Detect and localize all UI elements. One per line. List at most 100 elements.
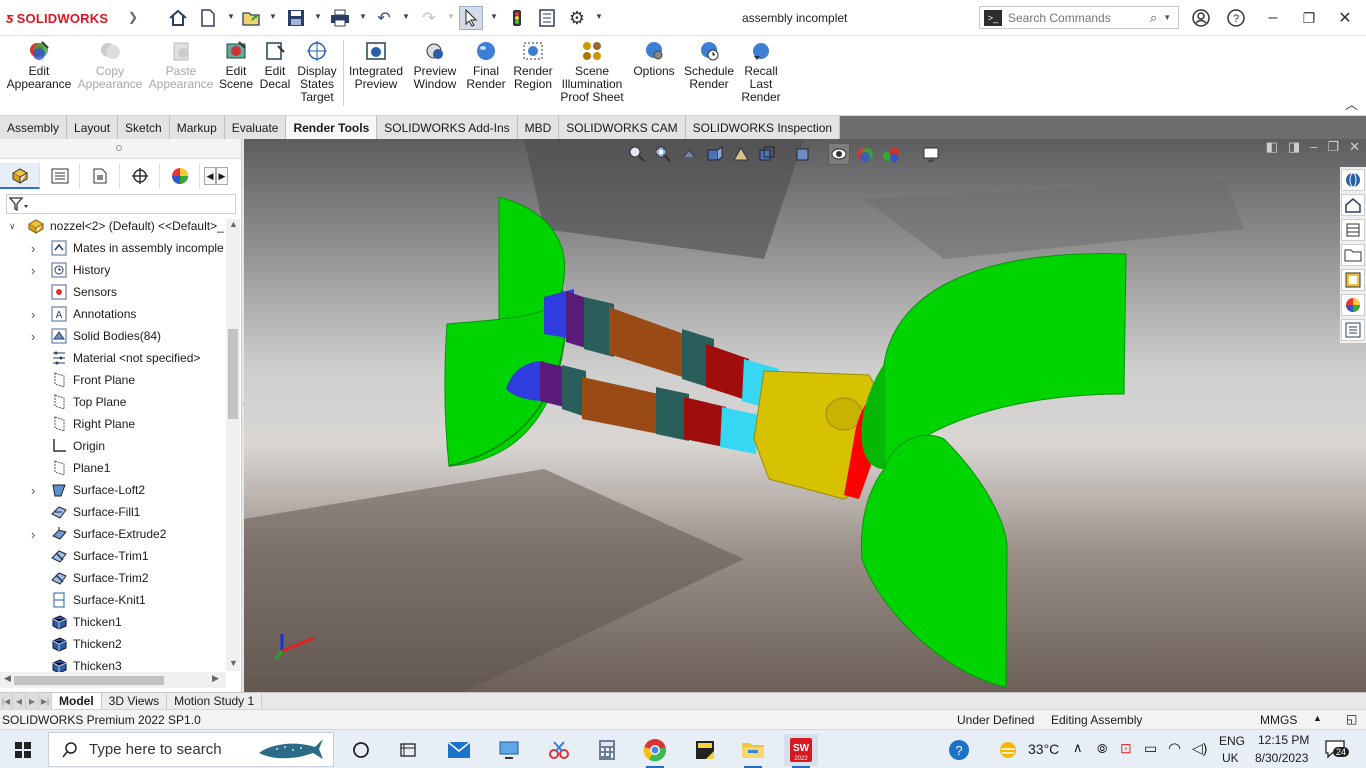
weather-temperature[interactable]: 33°C: [1028, 741, 1059, 757]
options-dropdown-icon[interactable]: ▼: [595, 12, 603, 21]
show-hidden-icons-icon[interactable]: ∧: [1073, 740, 1083, 756]
tabs-scroll-left-icon[interactable]: ◀: [204, 167, 216, 185]
options-gear-icon[interactable]: ⚙: [565, 6, 589, 30]
tree-item-thicken1[interactable]: Thicken1: [0, 611, 226, 633]
home-icon[interactable]: [166, 6, 190, 30]
next-tab-icon[interactable]: ▶: [26, 693, 39, 709]
copy-appearance-button[interactable]: Copy Appearance: [78, 40, 142, 91]
help-assistant-icon[interactable]: ?: [948, 739, 970, 764]
tree-scroll-thumb[interactable]: [228, 329, 238, 419]
tree-root-item[interactable]: ∨ nozzel<2> (Default) <<Default>_: [0, 215, 226, 237]
property-manager-tab[interactable]: [40, 163, 80, 189]
tree-item-origin[interactable]: Origin: [0, 435, 226, 457]
previous-view-icon[interactable]: [678, 143, 700, 165]
file-explorer-icon[interactable]: [736, 734, 770, 768]
viewport-close-icon[interactable]: ✕: [1349, 139, 1360, 155]
open-icon[interactable]: [240, 6, 264, 30]
tab-solidworks-inspection[interactable]: SOLIDWORKS Inspection: [685, 116, 841, 139]
first-tab-icon[interactable]: |◀: [0, 693, 13, 709]
search-commands-input[interactable]: [1008, 10, 1148, 25]
expand-icon[interactable]: ›: [31, 307, 41, 322]
sticky-notes-icon[interactable]: [688, 734, 722, 766]
display-manager-tab[interactable]: [160, 163, 200, 189]
feature-tree-filter[interactable]: [6, 194, 236, 214]
select-dropdown-icon[interactable]: ▼: [490, 12, 498, 21]
language-line-1[interactable]: ENG: [1219, 734, 1245, 748]
display-states-target-button[interactable]: Display States Target: [296, 40, 338, 104]
open-dropdown-icon[interactable]: ▼: [269, 12, 277, 21]
save-dropdown-icon[interactable]: ▼: [314, 12, 322, 21]
tab-layout[interactable]: Layout: [67, 116, 119, 139]
appearances-scenes-decals-icon[interactable]: [1341, 294, 1365, 316]
tree-item-surface-knit1[interactable]: Surface-Knit1: [0, 589, 226, 611]
tree-item-sensors[interactable]: Sensors: [0, 281, 226, 303]
language-line-2[interactable]: UK: [1222, 751, 1239, 765]
tab-assembly[interactable]: Assembly: [0, 116, 68, 139]
tree-item-material-not-specified[interactable]: Material <not specified>: [0, 347, 226, 369]
tree-item-solid-bodies-84[interactable]: › Solid Bodies(84): [0, 325, 226, 347]
viewport-tile-right-icon[interactable]: ◨: [1288, 139, 1300, 155]
save-icon[interactable]: [284, 6, 308, 30]
tab-3d-views[interactable]: 3D Views: [101, 693, 168, 709]
section-view-icon[interactable]: [704, 143, 726, 165]
tab-solidworks-cam[interactable]: SOLIDWORKS CAM: [559, 116, 686, 139]
edit-decal-button[interactable]: Edit Decal: [259, 40, 291, 91]
scroll-down-icon[interactable]: ▼: [229, 658, 238, 668]
menu-expand-icon[interactable]: ❯: [128, 10, 138, 24]
tab-motion-study[interactable]: Motion Study 1: [167, 693, 263, 709]
tree-item-mates-in-assembly-incomple[interactable]: › Mates in assembly incomple: [0, 237, 226, 259]
undo-icon[interactable]: ↶: [372, 6, 396, 30]
search-dropdown-icon[interactable]: ▼: [1163, 13, 1171, 22]
tree-vertical-scrollbar[interactable]: [226, 219, 240, 671]
feature-manager-tree-tab[interactable]: [0, 163, 40, 189]
search-icon[interactable]: ⌕: [1150, 10, 1157, 26]
redo-icon[interactable]: ↷: [417, 6, 441, 30]
tab-markup[interactable]: Markup: [169, 116, 225, 139]
search-commands-box[interactable]: >_ ⌕ ▼: [979, 6, 1179, 29]
restore-window-icon[interactable]: ❐: [1294, 6, 1324, 30]
tab-solidworks-add-ins[interactable]: SOLIDWORKS Add-Ins: [377, 116, 518, 139]
windows-start-icon[interactable]: [6, 734, 40, 766]
widgets-icon[interactable]: [391, 734, 425, 766]
redo-dropdown-icon[interactable]: ▼: [447, 12, 455, 21]
print-icon[interactable]: [328, 6, 352, 30]
render-options-button[interactable]: Options: [630, 40, 678, 78]
tree-item-surface-loft2[interactable]: › Surface-Loft2: [0, 479, 226, 501]
new-document-icon[interactable]: [196, 6, 220, 30]
clock-time[interactable]: 12:15 PM: [1258, 733, 1309, 747]
last-tab-icon[interactable]: ▶|: [39, 693, 52, 709]
tab-evaluate[interactable]: Evaluate: [224, 116, 287, 139]
expand-icon[interactable]: ›: [31, 527, 41, 542]
tree-item-thicken2[interactable]: Thicken2: [0, 633, 226, 655]
graphics-area[interactable]: ◧ ◨ – ❐ ✕: [244, 139, 1366, 692]
final-render-button[interactable]: Final Render: [465, 40, 507, 91]
hide-show-items-icon[interactable]: [828, 143, 850, 165]
solidworks-resources-icon[interactable]: [1341, 169, 1365, 191]
dimxpert-manager-tab[interactable]: [120, 163, 160, 189]
scroll-up-icon[interactable]: ▲: [229, 219, 238, 229]
edit-appearance-hud-icon[interactable]: [854, 143, 876, 165]
design-library-icon[interactable]: [1341, 194, 1365, 216]
remote-desktop-icon[interactable]: [492, 734, 526, 766]
new-dropdown-icon[interactable]: ▼: [227, 12, 235, 21]
render-region-button[interactable]: Render Region: [511, 40, 555, 91]
tab-render-tools[interactable]: Render Tools: [286, 116, 378, 139]
help-icon[interactable]: ?: [1221, 6, 1251, 30]
folder-icon[interactable]: [1341, 244, 1365, 266]
calculator-icon[interactable]: [590, 734, 624, 766]
integrated-preview-button[interactable]: Integrated Preview: [348, 40, 404, 91]
tree-item-front-plane[interactable]: Front Plane: [0, 369, 226, 391]
viewport-restore-icon[interactable]: ❐: [1327, 139, 1339, 155]
clock-date[interactable]: 8/30/2023: [1255, 751, 1308, 765]
volume-icon[interactable]: ◁): [1192, 740, 1207, 757]
solidworks-taskbar-icon[interactable]: SW 2022: [784, 734, 818, 768]
view-palette-icon[interactable]: [1341, 269, 1365, 291]
previous-tab-icon[interactable]: ◀: [13, 693, 26, 709]
tabs-scroll-right-icon[interactable]: ▶: [216, 167, 228, 185]
rebuild-traffic-light-icon[interactable]: [505, 6, 529, 30]
tree-item-plane1[interactable]: Plane1: [0, 457, 226, 479]
apply-scene-icon[interactable]: [880, 143, 902, 165]
expand-icon[interactable]: ›: [31, 483, 41, 498]
tree-item-right-plane[interactable]: Right Plane: [0, 413, 226, 435]
schedule-render-button[interactable]: Schedule Render: [683, 40, 735, 91]
